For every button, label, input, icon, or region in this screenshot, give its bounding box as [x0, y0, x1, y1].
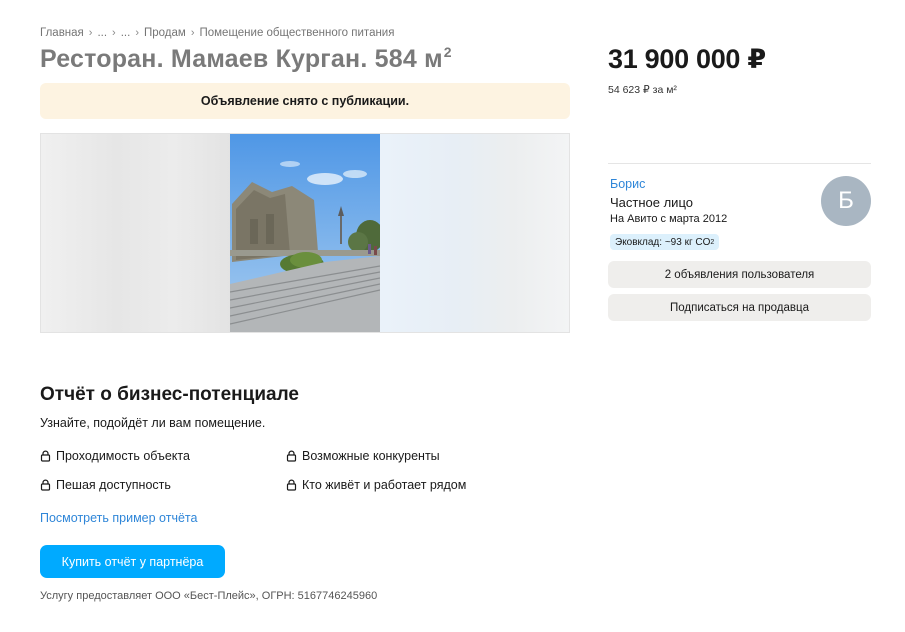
- breadcrumb-item-collapsed-2[interactable]: ...: [121, 27, 131, 39]
- report-feature-label: Кто живёт и работает рядом: [302, 478, 467, 492]
- breadcrumb-item-collapsed-1[interactable]: ...: [97, 27, 107, 39]
- report-feature-walkability: Пешая доступность: [40, 478, 171, 492]
- breadcrumb-item-sell[interactable]: Продам: [144, 27, 186, 39]
- listing-title-text: Ресторан. Мамаев Курган. 584 м: [40, 45, 443, 73]
- unpublished-notice-text: Объявление снято с публикации.: [200, 94, 410, 108]
- report-provider-note: Услугу предоставляет ООО «Бест-Плейс», О…: [40, 590, 378, 602]
- listing-title-superscript: 2: [443, 44, 452, 60]
- seller-avatar-letter: Б: [838, 187, 854, 214]
- lock-icon: [40, 479, 51, 491]
- lock-icon: [40, 450, 51, 462]
- gallery-blurred-prev-photo[interactable]: [41, 134, 231, 332]
- report-feature-label: Пешая доступность: [56, 478, 171, 492]
- breadcrumb-separator: ›: [112, 27, 116, 39]
- eco-contribution-badge[interactable]: Эковклад: ~93 кг CO 2: [610, 234, 720, 250]
- seller-name-link[interactable]: Борис: [610, 177, 645, 191]
- report-title: Отчёт о бизнес-потенциале: [40, 384, 299, 405]
- price: 31 900 000 ₽: [608, 44, 766, 74]
- breadcrumb-separator: ›: [88, 27, 93, 39]
- breadcrumb: Главная › ... › ... › Продам › Помещение…: [40, 27, 394, 39]
- breadcrumb-item-home[interactable]: Главная: [40, 27, 84, 39]
- memorial-photo-image: [230, 134, 380, 332]
- price-per-meter: 54 623 ₽ за м²: [608, 84, 677, 96]
- subscribe-seller-button[interactable]: Подписаться на продавца: [608, 294, 871, 321]
- unpublished-notice: Объявление снято с публикации.: [40, 83, 570, 119]
- breadcrumb-separator: ›: [190, 27, 195, 39]
- seller-divider: [608, 163, 871, 164]
- lock-icon: [286, 479, 297, 491]
- buy-report-button[interactable]: Купить отчёт у партнёра: [40, 545, 225, 578]
- gallery-main-photo[interactable]: [230, 134, 380, 332]
- sample-report-link[interactable]: Посмотреть пример отчёта: [40, 511, 197, 525]
- seller-since: На Авито с марта 2012: [610, 213, 728, 225]
- report-feature-residents: Кто живёт и работает рядом: [286, 478, 466, 492]
- breadcrumb-item-category[interactable]: Помещение общественного питания: [199, 27, 394, 39]
- seller-type: Частное лицо: [610, 195, 693, 210]
- report-feature-competitors: Возможные конкуренты: [286, 449, 440, 463]
- seller-ads-button[interactable]: 2 объявления пользователя: [608, 261, 871, 288]
- seller-avatar[interactable]: Б: [821, 176, 871, 226]
- report-feature-label: Проходимость объекта: [56, 449, 190, 463]
- eco-contribution-subscript: 2: [710, 238, 715, 246]
- photo-gallery[interactable]: [40, 133, 570, 333]
- report-subtitle: Узнайте, подойдёт ли вам помещение.: [40, 416, 266, 430]
- lock-icon: [286, 450, 297, 462]
- eco-contribution-text: Эковклад: ~93 кг CO: [615, 236, 711, 248]
- report-feature-label: Возможные конкуренты: [302, 449, 440, 463]
- listing-title: Ресторан. Мамаев Курган. 584 м2: [40, 44, 452, 74]
- breadcrumb-separator: ›: [135, 27, 139, 39]
- report-feature-traffic: Проходимость объекта: [40, 449, 190, 463]
- gallery-blurred-next-photo[interactable]: [379, 134, 569, 332]
